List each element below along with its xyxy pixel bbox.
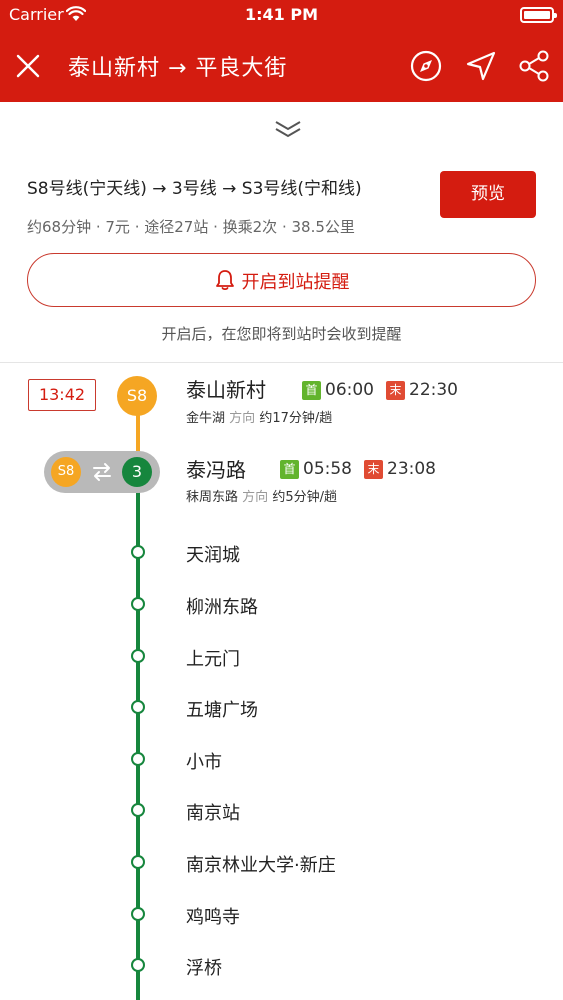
share-icon[interactable] <box>518 49 552 83</box>
transfer-from-line: S8 <box>51 457 81 487</box>
frequency: 约5分钟/趟 <box>272 490 337 505</box>
direction-station: 金牛湖 <box>186 411 226 426</box>
first-train-time: 06:00 <box>325 380 374 400</box>
last-train-tag: 末 <box>364 460 383 479</box>
frequency: 约17分钟/趟 <box>259 411 333 426</box>
status-bar: Carrier 1:41 PM <box>0 0 563 30</box>
page-title: 泰山新村 → 平良大街 <box>68 56 288 81</box>
first-train-time: 05:58 <box>303 459 352 479</box>
alert-hint: 开启后，在您即将到站时会收到提醒 <box>161 325 402 343</box>
transfer-direction: 秣周东路 方向 约5分钟/趟 <box>186 486 337 505</box>
stop-name[interactable]: 天润城 <box>186 541 240 567</box>
start-direction: 金牛湖 方向 约17分钟/趟 <box>186 407 332 426</box>
swap-icon <box>93 463 111 481</box>
alert-button-label: 开启到站提醒 <box>241 272 350 293</box>
stop-name[interactable]: 小市 <box>186 748 222 774</box>
nav-bar: 泰山新村 → 平良大街 <box>0 30 563 102</box>
stop-dot <box>130 700 145 714</box>
compass-icon[interactable] <box>409 49 443 83</box>
stop-name[interactable]: 五塘广场 <box>186 696 258 722</box>
preview-button[interactable]: 预览 <box>440 171 536 218</box>
stop-dot <box>130 803 145 817</box>
stop-name[interactable]: 南京站 <box>186 799 240 825</box>
last-train-time: 23:08 <box>387 459 436 479</box>
bell-icon <box>215 270 234 291</box>
top-bar: Carrier 1:41 PM 泰山新村 → 平良大街 <box>0 0 563 102</box>
first-train-tag: 首 <box>280 460 299 479</box>
transfer-badge: S8 3 <box>44 451 160 493</box>
stop-name[interactable]: 上元门 <box>186 645 240 671</box>
stop-dot <box>130 855 145 869</box>
transfer-hours: 首 05:58 末 23:08 <box>280 459 436 479</box>
departure-time: 13:42 <box>28 379 96 411</box>
station-transfer[interactable]: 泰冯路 <box>186 454 246 483</box>
stop-name[interactable]: 鸡鸣寺 <box>186 903 240 929</box>
stop-dot <box>130 597 145 611</box>
divider <box>0 362 563 363</box>
line-3-segment <box>135 490 140 1000</box>
route-summary: S8号线(宁天线) → 3号线 → S3号线(宁和线) <box>27 179 362 199</box>
last-train-time: 22:30 <box>409 380 458 400</box>
stop-name[interactable]: 浮桥 <box>186 954 222 980</box>
chevron-down-icon[interactable] <box>271 118 305 142</box>
alert-button-content: 开启到站提醒 <box>28 268 535 294</box>
stop-dot <box>130 545 145 559</box>
stop-name[interactable]: 柳洲东路 <box>186 593 258 619</box>
direction-station: 秣周东路 <box>186 490 239 505</box>
navigate-icon[interactable] <box>464 49 498 83</box>
stop-dot <box>130 958 145 972</box>
transfer-to-line: 3 <box>122 457 152 487</box>
start-hours: 首 06:00 末 22:30 <box>302 380 458 400</box>
close-icon[interactable] <box>14 52 42 80</box>
first-train-tag: 首 <box>302 381 321 400</box>
last-train-tag: 末 <box>386 381 405 400</box>
direction-label: 方向 <box>229 411 256 426</box>
stop-dot <box>130 752 145 766</box>
line-s8-badge: S8 <box>117 376 157 416</box>
stop-dot <box>130 907 145 921</box>
arrival-alert-button[interactable]: 开启到站提醒 <box>27 253 536 307</box>
stop-name[interactable]: 南京林业大学·新庄 <box>186 851 336 877</box>
stop-dot <box>130 649 145 663</box>
status-time: 1:41 PM <box>244 5 318 24</box>
battery-icon <box>520 7 557 23</box>
direction-label: 方向 <box>242 490 269 505</box>
station-start[interactable]: 泰山新村 <box>186 374 266 403</box>
route-meta: 约68分钟 · 7元 · 途径27站 · 换乘2次 · 38.5公里 <box>27 218 355 236</box>
